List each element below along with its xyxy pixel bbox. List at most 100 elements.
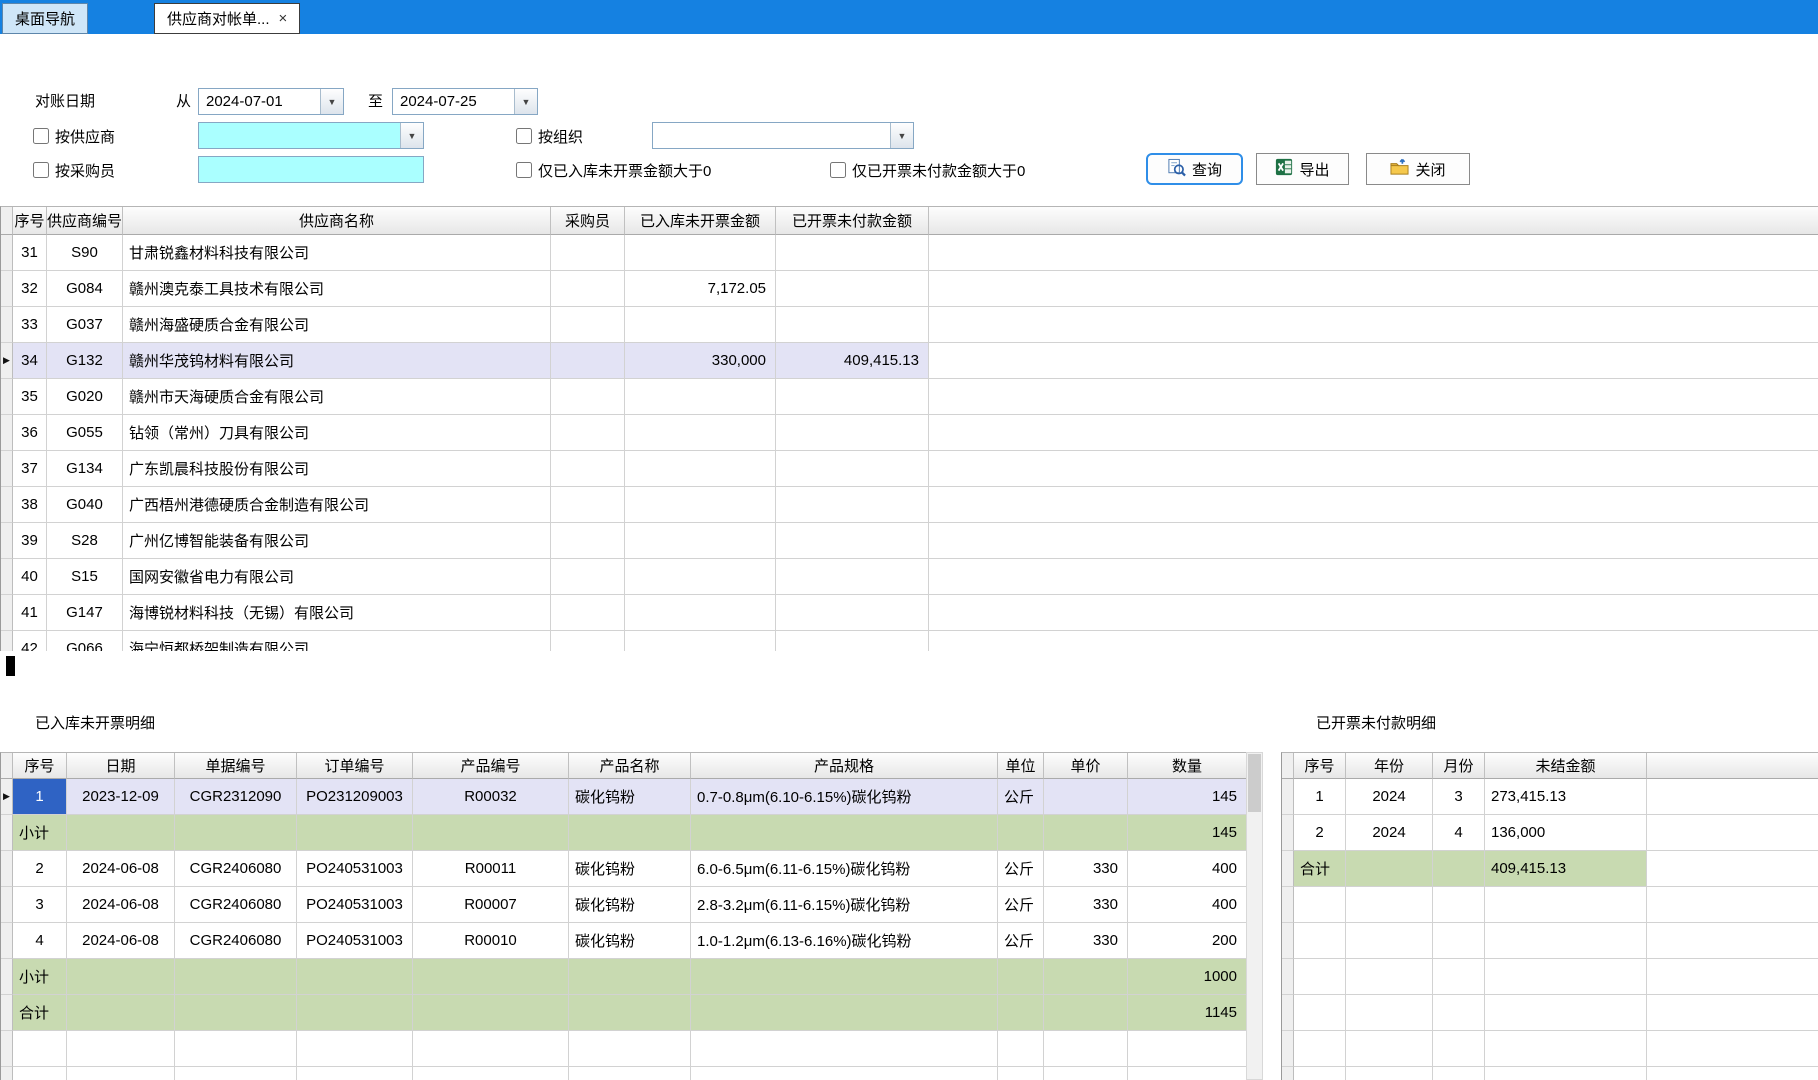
filter-only-invoiced[interactable]: 仅已开票未付款金额大于0 [830, 160, 1025, 180]
cell[interactable]: 400 [1128, 851, 1246, 887]
supplier-row[interactable]: 41G147海博锐材料科技（无锡）有限公司 [1, 595, 1818, 631]
cell[interactable]: 7,172.05 [625, 271, 776, 307]
cell[interactable] [776, 415, 929, 451]
only-invoiced-checkbox[interactable] [830, 162, 846, 178]
supplier-row[interactable]: 38G040广西梧州港德硬质合金制造有限公司 [1, 487, 1818, 523]
cell[interactable] [551, 559, 625, 595]
cell[interactable]: G147 [47, 595, 123, 631]
cell[interactable]: 409,415.13 [776, 343, 929, 379]
cell[interactable]: R00007 [413, 887, 569, 923]
cell[interactable] [776, 235, 929, 271]
cell[interactable]: G040 [47, 487, 123, 523]
cell[interactable] [625, 631, 776, 651]
cell[interactable] [625, 307, 776, 343]
column-header[interactable]: 序号 [13, 753, 67, 779]
cell[interactable]: CGR2406080 [175, 923, 297, 959]
cell[interactable] [776, 307, 929, 343]
cell[interactable] [551, 595, 625, 631]
cell[interactable]: 2024 [1346, 815, 1433, 851]
chevron-down-icon[interactable]: ▼ [320, 89, 343, 114]
cell[interactable]: 330 [1044, 887, 1128, 923]
column-header[interactable]: 产品规格 [691, 753, 998, 779]
query-button[interactable]: 查询 [1146, 153, 1243, 185]
column-header[interactable]: 供应商名称 [123, 207, 551, 235]
column-header[interactable]: 单据编号 [175, 753, 297, 779]
cell[interactable]: G134 [47, 451, 123, 487]
cell[interactable]: 广州亿博智能装备有限公司 [123, 523, 551, 559]
cell[interactable]: 2 [1294, 815, 1346, 851]
cell[interactable] [551, 271, 625, 307]
cell[interactable]: 273,415.13 [1485, 779, 1647, 815]
inbound-row[interactable]: 22024-06-08CGR2406080PO240531003R00011碳化… [1, 851, 1246, 887]
cell[interactable]: 钻领（常州）刀具有限公司 [123, 415, 551, 451]
cell[interactable] [776, 451, 929, 487]
cell[interactable] [551, 631, 625, 651]
cell[interactable] [625, 415, 776, 451]
column-header[interactable]: 单价 [1044, 753, 1128, 779]
cell[interactable]: 2.8-3.2μm(6.11-6.15%)碳化钨粉 [691, 887, 998, 923]
cell[interactable]: 3 [13, 887, 67, 923]
column-header[interactable]: 序号 [13, 207, 47, 235]
cell[interactable]: 400 [1128, 887, 1246, 923]
cell[interactable]: PO240531003 [297, 923, 413, 959]
cell[interactable] [625, 487, 776, 523]
cell[interactable] [625, 451, 776, 487]
column-header[interactable]: 未结金额 [1485, 753, 1647, 779]
supplier-row[interactable]: ▶34G132赣州华茂钨材料有限公司330,000409,415.13 [1, 343, 1818, 379]
cell[interactable]: G020 [47, 379, 123, 415]
cell[interactable] [776, 631, 929, 651]
cell[interactable]: 公斤 [998, 851, 1044, 887]
supplier-row[interactable]: 39S28广州亿博智能装备有限公司 [1, 523, 1818, 559]
cell[interactable] [551, 451, 625, 487]
close-button[interactable]: 关闭 [1366, 153, 1470, 185]
cell[interactable]: 42 [13, 631, 47, 651]
cell[interactable] [776, 379, 929, 415]
cell[interactable]: 31 [13, 235, 47, 271]
filter-only-inbound[interactable]: 仅已入库未开票金额大于0 [516, 160, 711, 180]
cell[interactable] [1044, 779, 1128, 815]
inbound-row[interactable]: 42024-06-08CGR2406080PO240531003R00010碳化… [1, 923, 1246, 959]
cell[interactable]: 碳化钨粉 [569, 779, 691, 815]
supplier-select[interactable]: ▼ [198, 122, 424, 149]
cell[interactable]: 4 [1433, 815, 1485, 851]
cell[interactable]: 2 [13, 851, 67, 887]
org-select-input[interactable] [653, 123, 890, 148]
cell[interactable]: G132 [47, 343, 123, 379]
cell[interactable]: 2024-06-08 [67, 923, 175, 959]
inbound-row[interactable]: 32024-06-08CGR2406080PO240531003R00007碳化… [1, 887, 1246, 923]
cell[interactable]: 海博锐材料科技（无锡）有限公司 [123, 595, 551, 631]
column-header[interactable]: 数量 [1128, 753, 1246, 779]
cell[interactable]: G084 [47, 271, 123, 307]
org-select[interactable]: ▼ [652, 122, 914, 149]
cell[interactable]: 37 [13, 451, 47, 487]
cell[interactable]: 145 [1128, 779, 1246, 815]
cell[interactable]: CGR2312090 [175, 779, 297, 815]
inbound-detail-scrollbar[interactable] [1246, 752, 1263, 1080]
date-to-input[interactable] [393, 89, 514, 114]
supplier-row[interactable]: 31S90甘肃锐鑫材料科技有限公司 [1, 235, 1818, 271]
column-header[interactable]: 已开票未付款金额 [776, 207, 929, 235]
invoiced-row[interactable]: 220244136,000 [1282, 815, 1818, 851]
cell[interactable] [551, 343, 625, 379]
cell[interactable]: 碳化钨粉 [569, 887, 691, 923]
export-button[interactable]: 导出 [1256, 153, 1349, 185]
cell[interactable]: S28 [47, 523, 123, 559]
cell[interactable]: 赣州澳克泰工具技术有限公司 [123, 271, 551, 307]
supplier-row[interactable]: 37G134广东凯晨科技股份有限公司 [1, 451, 1818, 487]
cell[interactable]: 3 [1433, 779, 1485, 815]
by-supplier-checkbox[interactable] [33, 128, 49, 144]
by-buyer-checkbox[interactable] [33, 162, 49, 178]
cell[interactable] [625, 235, 776, 271]
column-header[interactable]: 订单编号 [297, 753, 413, 779]
cell[interactable]: 38 [13, 487, 47, 523]
cell[interactable]: 32 [13, 271, 47, 307]
cell[interactable] [625, 379, 776, 415]
cell[interactable]: 公斤 [998, 887, 1044, 923]
supplier-row[interactable]: 35G020赣州市天海硬质合金有限公司 [1, 379, 1818, 415]
cell[interactable]: 国网安徽省电力有限公司 [123, 559, 551, 595]
cell[interactable]: 赣州华茂钨材料有限公司 [123, 343, 551, 379]
cell[interactable] [551, 307, 625, 343]
cell[interactable]: PO231209003 [297, 779, 413, 815]
chevron-down-icon[interactable]: ▼ [400, 123, 423, 148]
cell[interactable]: 2023-12-09 [67, 779, 175, 815]
